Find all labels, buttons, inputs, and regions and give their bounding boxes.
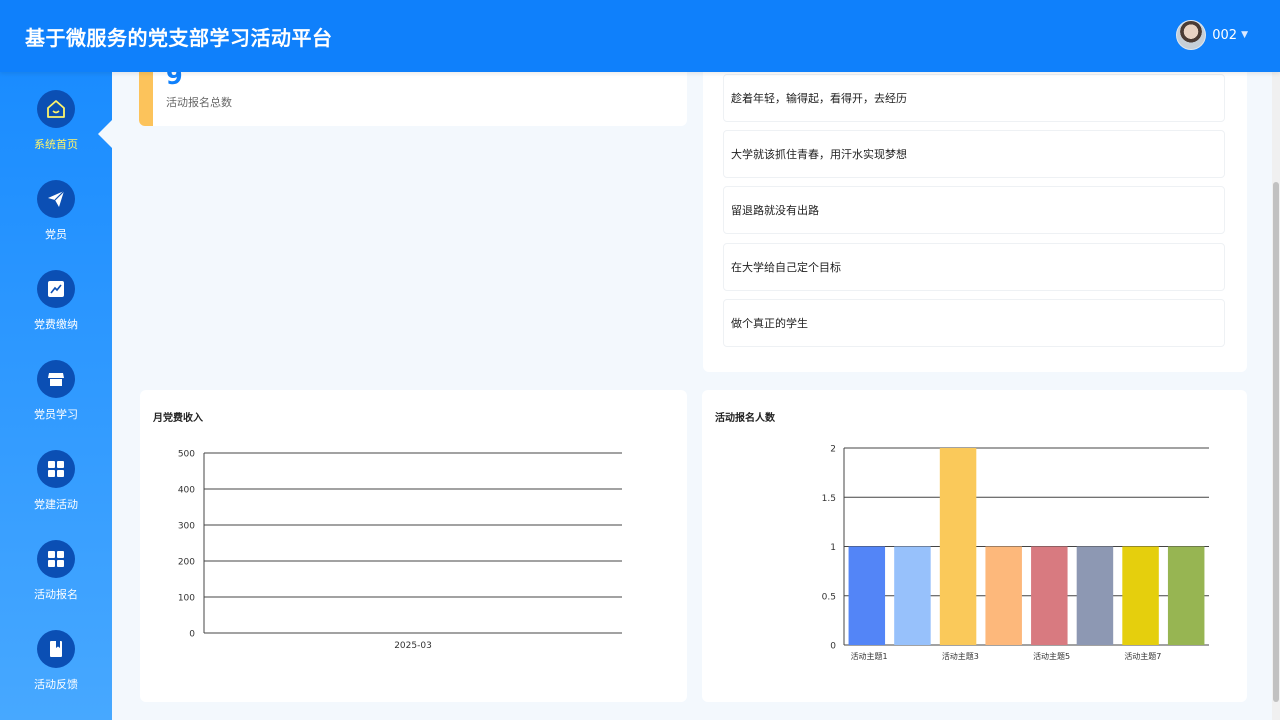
sidebar-item-dues[interactable]: 党费缴纳 bbox=[0, 270, 112, 356]
sidebar-item-label: 活动报名 bbox=[34, 588, 78, 601]
stat-value: 9 bbox=[166, 72, 183, 90]
trend-chart-icon bbox=[37, 270, 75, 308]
bar bbox=[985, 546, 1022, 645]
y-tick-label: 500 bbox=[178, 450, 195, 460]
sidebar-item-label: 党费缴纳 bbox=[34, 318, 78, 331]
bar bbox=[1167, 546, 1205, 645]
y-tick-label: 0.5 bbox=[822, 592, 836, 602]
book-icon bbox=[37, 630, 75, 668]
quote-item[interactable]: 在大学给自己定个目标 bbox=[723, 243, 1225, 291]
x-tick-label: 活动主题3 bbox=[942, 651, 979, 661]
sidebar-item-feedback[interactable]: 活动反馈 bbox=[0, 630, 112, 716]
x-tick-label: 活动主题1 bbox=[851, 651, 888, 661]
y-tick-label: 0 bbox=[189, 630, 195, 640]
bar bbox=[848, 546, 886, 645]
top-bar: 基于微服务的党支部学习活动平台 002 ▼ bbox=[0, 0, 1280, 72]
bar bbox=[1076, 546, 1114, 645]
y-tick-label: 200 bbox=[178, 558, 195, 568]
monthly-dues-chart-card: 月党费收入 0 100 200 300 400 500 2025-03 bbox=[140, 390, 687, 702]
bar bbox=[894, 546, 931, 645]
paper-plane-icon bbox=[37, 180, 75, 218]
y-tick-label: 300 bbox=[178, 522, 195, 532]
activity-signup-chart-card: 活动报名人数 0 0.5 1 1.5 2 活动主题1 活动主题3 活动主题5 活动主题7 bbox=[702, 390, 1247, 702]
quote-item[interactable]: 大学就该抓住青春，用汗水实现梦想 bbox=[723, 130, 1225, 178]
chart-title: 活动报名人数 bbox=[715, 413, 775, 424]
activity-signup-chart: 0 0.5 1 1.5 2 活动主题1 活动主题3 活动主题5 活动主题7 bbox=[822, 445, 1209, 661]
sidebar-item-signup[interactable]: 活动报名 bbox=[0, 540, 112, 626]
bar bbox=[1122, 546, 1159, 645]
username[interactable]: 002 bbox=[1212, 28, 1237, 43]
bar bbox=[939, 448, 977, 645]
page-scrollbar[interactable] bbox=[1272, 72, 1280, 720]
active-indicator bbox=[98, 120, 112, 148]
bar bbox=[1031, 546, 1068, 645]
y-tick-label: 1 bbox=[830, 543, 836, 553]
grid-icon bbox=[37, 540, 75, 578]
user-menu[interactable]: 002 ▼ bbox=[1176, 20, 1248, 50]
sidebar-item-activities[interactable]: 党建活动 bbox=[0, 450, 112, 536]
quote-panel: 趁着年轻，输得起，看得开，去经历 大学就该抓住青春，用汗水实现梦想 留退路就没有… bbox=[703, 72, 1247, 372]
signup-total-card: 9 活动报名总数 bbox=[139, 72, 687, 126]
y-tick-label: 100 bbox=[178, 594, 195, 604]
sidebar-item-members[interactable]: 党员 bbox=[0, 180, 112, 266]
grid-icon bbox=[37, 450, 75, 488]
y-tick-label: 400 bbox=[178, 486, 195, 496]
home-icon bbox=[37, 90, 75, 128]
sidebar-item-study[interactable]: 党员学习 bbox=[0, 360, 112, 446]
sidebar-item-label: 系统首页 bbox=[34, 138, 78, 151]
x-tick-label: 活动主题5 bbox=[1033, 651, 1070, 661]
app-title: 基于微服务的党支部学习活动平台 bbox=[25, 25, 333, 50]
chart-title: 月党费收入 bbox=[153, 413, 203, 424]
quote-item[interactable]: 做个真正的学生 bbox=[723, 299, 1225, 347]
sidebar-item-label: 党员学习 bbox=[34, 408, 78, 421]
sidebar-item-label: 党建活动 bbox=[34, 498, 78, 511]
sidebar: 系统首页 党员 党费缴纳 党员学习 党建活动 活动报名 活动反馈 bbox=[0, 72, 112, 720]
quote-item[interactable]: 留退路就没有出路 bbox=[723, 186, 1225, 234]
stat-label: 活动报名总数 bbox=[166, 96, 232, 109]
x-tick-label: 活动主题7 bbox=[1124, 651, 1161, 661]
stat-accent-bar bbox=[139, 72, 153, 126]
x-tick-label: 2025-03 bbox=[394, 641, 432, 651]
sidebar-item-label: 活动反馈 bbox=[34, 678, 78, 691]
monthly-dues-chart: 0 100 200 300 400 500 2025-03 bbox=[178, 450, 622, 651]
scrollbar-thumb[interactable] bbox=[1273, 182, 1279, 702]
quote-item[interactable]: 趁着年轻，输得起，看得开，去经历 bbox=[723, 74, 1225, 122]
y-tick-label: 2 bbox=[830, 445, 836, 455]
y-tick-label: 1.5 bbox=[822, 494, 836, 504]
sidebar-item-label: 党员 bbox=[45, 228, 67, 241]
avatar[interactable] bbox=[1176, 20, 1207, 50]
shop-icon bbox=[37, 360, 75, 398]
chevron-down-icon[interactable]: ▼ bbox=[1241, 30, 1248, 40]
y-tick-label: 0 bbox=[830, 642, 836, 652]
sidebar-item-home[interactable]: 系统首页 bbox=[0, 90, 112, 176]
